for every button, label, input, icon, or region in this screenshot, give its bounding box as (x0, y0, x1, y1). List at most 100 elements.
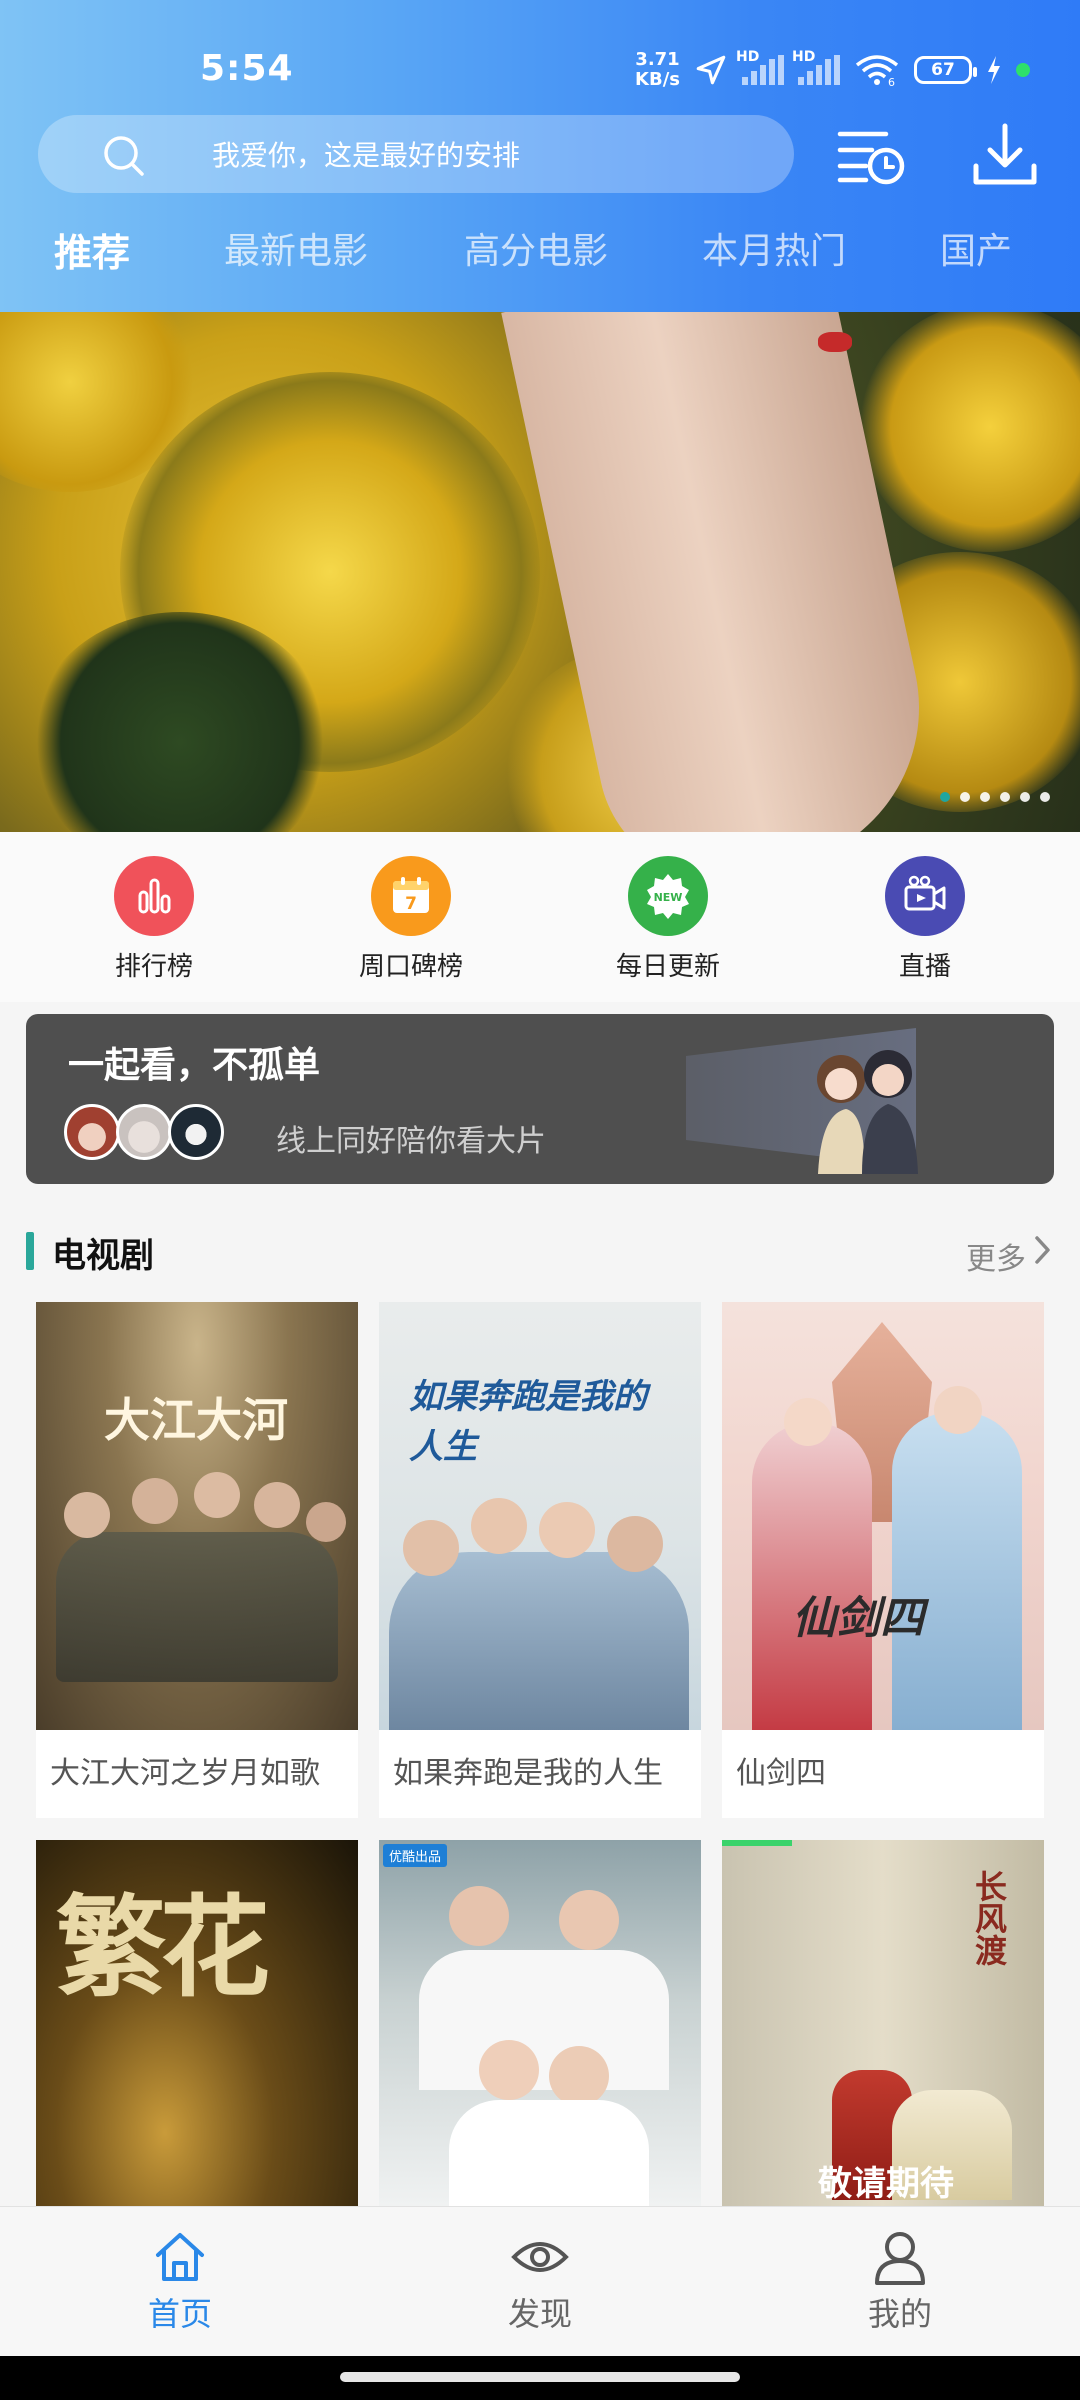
tv-show-card[interactable]: 仙剑四 仙剑四 (722, 1302, 1044, 1818)
tab-latest-movies[interactable]: 最新电影 (224, 222, 368, 274)
signal-strength-2-icon: HD (792, 49, 840, 85)
quick-actions: 排行榜 7 周口碑榜 NEW 每日更新 直播 (0, 832, 1080, 1002)
pagination-dot[interactable] (1000, 792, 1010, 802)
poster-title: 繁花 (56, 1883, 270, 2012)
tab-domestic[interactable]: 国产 (940, 222, 1012, 274)
avatar-group (64, 1104, 224, 1160)
card-title: 如果奔跑是我的人生 (393, 1756, 663, 1791)
quick-action-label: 每日更新 (615, 952, 720, 982)
signal-strength-1-icon: HD (736, 49, 784, 85)
nav-profile[interactable]: 我的 (800, 2229, 1000, 2335)
new-badge-text: NEW (654, 891, 683, 904)
signal-2-hd-label: HD (792, 49, 816, 65)
network-speed-unit: KB/s (635, 69, 680, 90)
chevron-right-icon[interactable] (1032, 1234, 1054, 1266)
poster-title: 仙剑四 (792, 1593, 924, 1644)
quick-action-label: 排行榜 (114, 952, 193, 982)
quick-action-daily-update[interactable]: NEW 每日更新 (568, 856, 768, 983)
status-dot (1016, 63, 1030, 77)
status-bar: 5:54 3.71 KB/s HD HD 6 67 (0, 0, 1080, 110)
nav-home[interactable]: 首页 (80, 2229, 280, 2335)
poster-title: 长风渡 (970, 1870, 1008, 1966)
poster: 仙剑四 (722, 1302, 1044, 1730)
avatar (168, 1104, 224, 1160)
live-circle (885, 856, 965, 936)
section-accent-bar (26, 1232, 34, 1270)
watch-together-subtitle: 线上同好陪你看大片 (276, 1124, 546, 1159)
tv-show-card[interactable]: 大江大河 大江大河之岁月如歌 (36, 1302, 358, 1818)
signal-1-hd-label: HD (736, 49, 760, 65)
calendar-icon: 7 (393, 877, 429, 914)
daily-update-circle: NEW (628, 856, 708, 936)
tv-show-card[interactable]: 繁花 (36, 1840, 358, 2206)
watch-history-icon[interactable] (836, 120, 906, 190)
app-header: 5:54 3.71 KB/s HD HD 6 67 我爱你，这是最好的安排 推荐… (0, 0, 1080, 312)
quick-action-weekly-reputation[interactable]: 7 周口碑榜 (311, 856, 511, 983)
system-navigation-bar (0, 2356, 1080, 2400)
battery-level: 67 (931, 60, 955, 80)
pagination-dot[interactable] (940, 792, 950, 802)
couple-illustration (817, 1050, 918, 1174)
nav-label: 我的 (867, 2295, 932, 2333)
tab-trending-this-month[interactable]: 本月热门 (702, 222, 846, 274)
tv-show-card[interactable]: 优酷出品 (379, 1840, 701, 2206)
quick-action-live[interactable]: 直播 (825, 856, 1025, 983)
pagination-dot[interactable] (980, 792, 990, 802)
charging-bolt-icon (988, 56, 1000, 84)
poster: 优酷出品 (379, 1840, 701, 2206)
section-header: 电视剧 更多 (26, 1228, 1056, 1278)
network-speed-value: 3.71 (635, 49, 680, 70)
more-link[interactable]: 更多 (966, 1234, 1026, 1278)
poster: 长风渡 敬请期待 (722, 1840, 1044, 2206)
weekly-reputation-circle: 7 (371, 856, 451, 936)
quick-action-label: 周口碑榜 (358, 952, 463, 982)
card-title: 仙剑四 (736, 1756, 826, 1791)
featured-banner[interactable] (0, 312, 1080, 832)
live-camera-icon (904, 875, 946, 911)
wifi-icon: 6 (855, 55, 899, 87)
tab-top-rated-movies[interactable]: 高分电影 (464, 222, 608, 274)
avatar (64, 1104, 120, 1160)
poster-title: 如果奔跑是我的人生 (409, 1377, 647, 1467)
poster-caption: 敬请期待 (818, 2164, 954, 2204)
bar-chart-icon (138, 878, 171, 914)
quick-action-rankings[interactable]: 排行榜 (54, 856, 254, 983)
network-speed: 3.71 KB/s (635, 50, 680, 90)
home-icon (156, 2233, 204, 2281)
nav-label: 首页 (147, 2295, 212, 2333)
watch-together-card[interactable]: 一起看，不孤单 线上同好陪你看大片 (26, 1014, 1054, 1184)
pagination-dot[interactable] (960, 792, 970, 802)
new-badge-icon: NEW (647, 874, 689, 919)
status-icons: 3.71 KB/s HD HD 6 67 (635, 49, 1030, 90)
user-icon (875, 2232, 925, 2285)
tv-show-card[interactable]: 如果奔跑是我的人生 如果奔跑是我的人生 (379, 1302, 701, 1818)
poster: 大江大河 (36, 1302, 358, 1730)
search-bar[interactable]: 我爱你，这是最好的安排 (38, 115, 794, 193)
calendar-badge-text: 7 (405, 894, 417, 914)
tab-recommended[interactable]: 推荐 (54, 222, 130, 277)
pagination-dot[interactable] (1040, 792, 1050, 802)
home-indicator[interactable] (340, 2372, 740, 2382)
tv-show-card[interactable]: 长风渡 敬请期待 (722, 1840, 1044, 2206)
poster-badge: 优酷出品 (383, 1844, 448, 1867)
avatar (116, 1104, 172, 1160)
location-arrow-icon (696, 55, 726, 85)
banner-pagination (940, 792, 1050, 802)
nav-discover[interactable]: 发现 (440, 2229, 640, 2335)
poster-title: 大江大河 (104, 1393, 288, 1447)
search-icon (104, 136, 144, 176)
pagination-dot[interactable] (1020, 792, 1030, 802)
wifi-generation-label: 6 (888, 76, 895, 87)
card-title: 大江大河之岁月如歌 (50, 1756, 320, 1791)
eye-icon (511, 2242, 569, 2272)
poster: 如果奔跑是我的人生 (379, 1302, 701, 1730)
download-icon[interactable] (970, 120, 1040, 190)
watch-together-title: 一起看，不孤单 (68, 1045, 321, 1086)
rankings-circle (114, 856, 194, 936)
poster: 繁花 (36, 1840, 358, 2206)
search-placeholder: 我爱你，这是最好的安排 (212, 139, 521, 172)
section-title: 电视剧 (52, 1236, 154, 1276)
category-tabs: 推荐 最新电影 高分电影 本月热门 国产 (0, 222, 1080, 292)
quick-action-label: 直播 (898, 952, 951, 982)
bottom-navigation: 首页 发现 我的 (0, 2206, 1080, 2356)
